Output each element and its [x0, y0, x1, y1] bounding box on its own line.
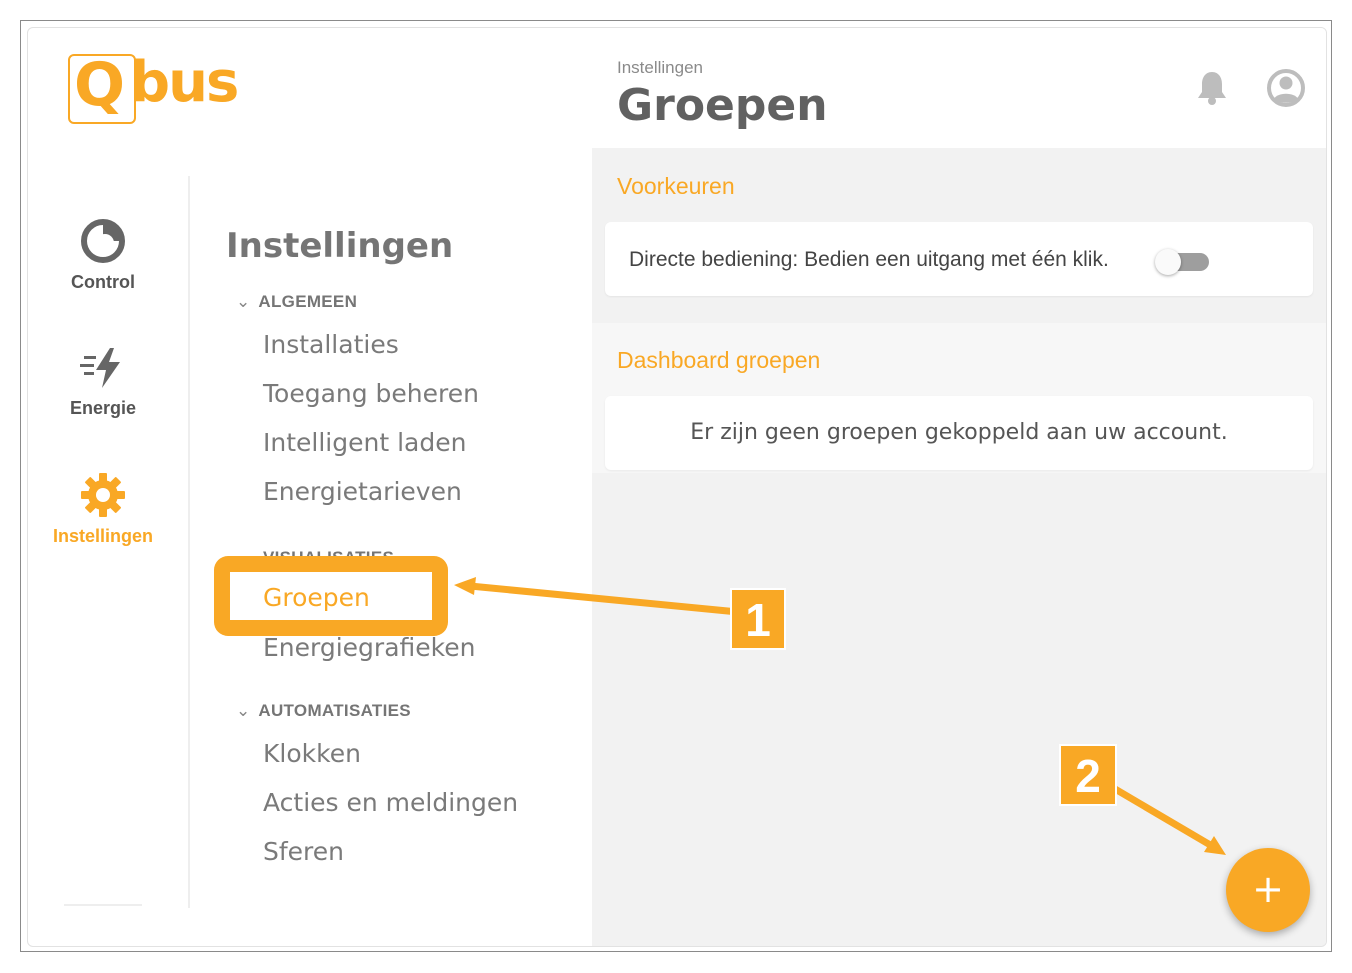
- empty-groups-message: Er zijn geen groepen gekoppeld aan uw ac…: [690, 420, 1228, 445]
- nav-item-instellingen[interactable]: Instellingen: [28, 472, 178, 547]
- breadcrumb[interactable]: Instellingen: [617, 58, 703, 78]
- dashboard-groups-card: Er zijn geen groepen gekoppeld aan uw ac…: [605, 396, 1313, 470]
- menu-item-energietarieven[interactable]: Energietarieven: [263, 477, 462, 506]
- plus-icon: +: [1252, 867, 1284, 911]
- menu-item-energiegrafieken[interactable]: Energiegrafieken: [263, 633, 475, 662]
- menu-item-intelligent-laden[interactable]: Intelligent laden: [263, 428, 466, 457]
- preferences-card: Directe bediening: Bedien een uitgang me…: [605, 222, 1313, 296]
- nav-item-control[interactable]: Control: [28, 218, 178, 293]
- logo-q-letter: Q: [74, 50, 125, 120]
- section-automatisaties[interactable]: ⌄ AUTOMATISATIES: [236, 701, 411, 721]
- chevron-down-icon: ⌄: [236, 292, 251, 311]
- section-label: ALGEMEEN: [258, 292, 358, 311]
- logo-bus-text: bus: [130, 50, 239, 115]
- menu-item-toegang-beheren[interactable]: Toegang beheren: [263, 379, 479, 408]
- content-panel: Instellingen Groepen Voorkeuren Directe …: [592, 28, 1326, 946]
- section-algemeen[interactable]: ⌄ ALGEMEEN: [236, 292, 357, 312]
- menu-item-klokken[interactable]: Klokken: [263, 739, 361, 768]
- preferences-heading: Voorkeuren: [617, 173, 735, 199]
- energy-bolt-icon: [80, 348, 120, 388]
- nav-label-instellingen: Instellingen: [52, 526, 153, 546]
- menu-title: Instellingen: [226, 226, 454, 266]
- page-title: Groepen: [617, 80, 828, 131]
- nav-label-control: Control: [71, 272, 135, 292]
- menu-item-acties-en-meldingen[interactable]: Acties en meldingen: [263, 788, 518, 817]
- add-group-button[interactable]: +: [1226, 848, 1310, 932]
- content-header: Instellingen Groepen: [592, 28, 1326, 148]
- menu-item-installaties[interactable]: Installaties: [263, 330, 399, 359]
- app-window: Q bus Control Energie Instellingen Inste…: [27, 27, 1327, 947]
- bell-icon[interactable]: [1196, 70, 1228, 106]
- nav-bottom-line: [64, 904, 142, 906]
- nav-label-energie: Energie: [69, 398, 137, 418]
- direct-control-label: Directe bediening: Bedien een uitgang me…: [629, 248, 1109, 271]
- menu-item-sferen[interactable]: Sferen: [263, 837, 344, 866]
- nav-divider: [188, 176, 190, 908]
- qbus-logo: Q bus: [68, 50, 239, 126]
- section-label: AUTOMATISATIES: [258, 701, 411, 720]
- callout-1: 1: [730, 588, 786, 650]
- highlight-box-groepen: [214, 556, 448, 636]
- callout-2: 2: [1059, 744, 1117, 806]
- nav-item-energie[interactable]: Energie: [28, 346, 178, 419]
- chevron-down-icon: ⌄: [236, 701, 251, 720]
- direct-control-toggle[interactable]: [1155, 249, 1209, 275]
- dashboard-groups-heading: Dashboard groepen: [617, 347, 821, 373]
- toggle-knob: [1155, 249, 1181, 275]
- control-icon: [81, 219, 125, 263]
- user-avatar-icon[interactable]: [1266, 68, 1306, 108]
- gear-icon: [81, 473, 125, 517]
